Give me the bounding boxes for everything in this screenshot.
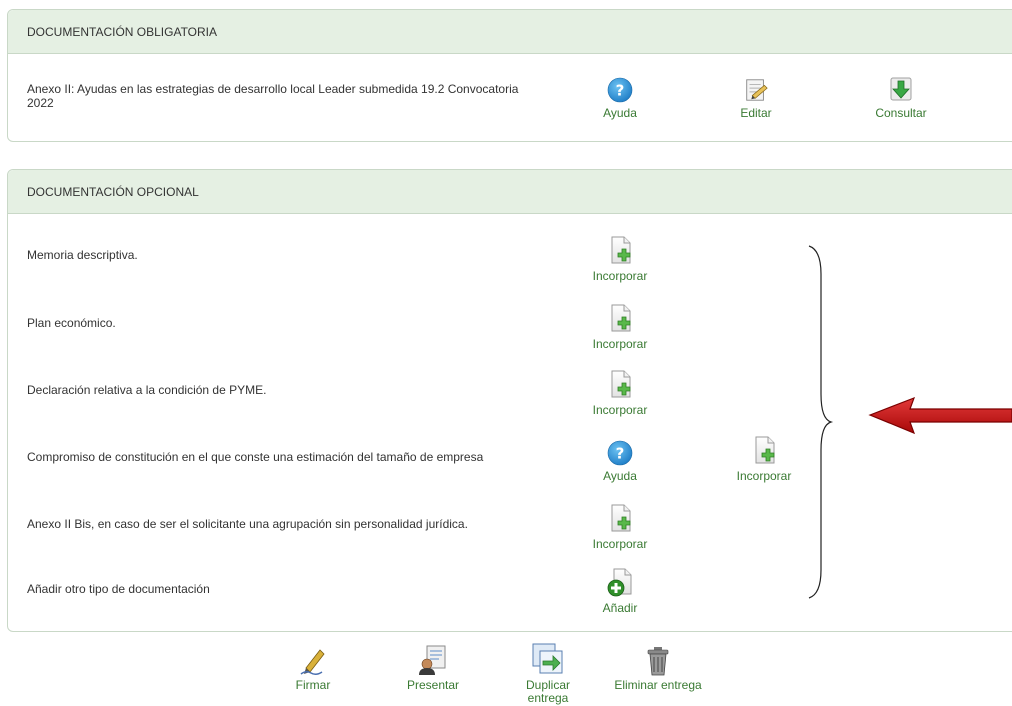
add-document-type-button[interactable]: Añadir <box>596 568 644 615</box>
document-plus-icon <box>607 370 633 400</box>
submit-button[interactable]: Presentar <box>400 644 466 692</box>
mandatory-docs-panel: DOCUMENTACIÓN OBLIGATORIA Anexo II: Ayud… <box>7 9 1012 142</box>
incorporate-label: Incorporar <box>592 269 648 283</box>
optional-doc-label: Declaración relativa a la condición de P… <box>27 383 267 397</box>
help-icon <box>607 77 633 103</box>
consult-button[interactable]: Consultar <box>867 77 935 120</box>
curly-brace-annotation <box>808 245 834 599</box>
incorporate-label: Incorporar <box>592 403 648 417</box>
optional-doc-label: Añadir otro tipo de documentación <box>27 582 210 596</box>
sign-button[interactable]: Firmar <box>283 646 343 692</box>
sign-label: Firmar <box>295 678 331 692</box>
submit-label: Presentar <box>406 678 460 692</box>
help-label: Ayuda <box>603 469 637 483</box>
document-plus-icon <box>607 304 633 334</box>
duplicate-docs-icon <box>531 642 565 676</box>
optional-doc-label: Anexo II Bis, en caso de ser el solicita… <box>27 517 468 531</box>
optional-docs-header: DOCUMENTACIÓN OPCIONAL <box>8 170 1012 214</box>
view-arrow-icon <box>888 77 914 103</box>
consult-label: Consultar <box>875 106 927 120</box>
document-plus-icon <box>607 504 633 534</box>
edit-icon <box>743 77 769 103</box>
optional-docs-panel: DOCUMENTACIÓN OPCIONAL Memoria descripti… <box>7 169 1012 632</box>
mandatory-doc-line2: 2022 <box>27 96 54 110</box>
red-arrow-annotation <box>868 396 1012 435</box>
incorporate-button[interactable]: Incorporar <box>592 370 648 417</box>
incorporate-button[interactable]: Incorporar <box>592 304 648 351</box>
person-document-icon <box>417 644 449 676</box>
mandatory-doc-label: Anexo II: Ayudas en las estrategias de d… <box>27 82 537 110</box>
duplicate-label-line1: Duplicar <box>525 678 570 692</box>
duplicate-delivery-button[interactable]: Duplicar entrega <box>516 642 580 705</box>
incorporate-label: Incorporar <box>592 537 648 551</box>
document-plus-icon <box>751 436 777 466</box>
optional-help-button[interactable]: Ayuda <box>602 440 638 483</box>
mandatory-help-button[interactable]: Ayuda <box>602 77 638 120</box>
help-icon <box>607 440 633 466</box>
pen-icon <box>298 646 328 676</box>
incorporate-label: Incorporar <box>592 337 648 351</box>
incorporate-label: Incorporar <box>736 469 792 483</box>
help-label: Ayuda <box>603 106 637 120</box>
delete-label: Eliminar entrega <box>614 678 702 692</box>
duplicate-label: Duplicar entrega <box>526 679 570 705</box>
optional-doc-label: Memoria descriptiva. <box>27 248 138 262</box>
mandatory-docs-title: DOCUMENTACIÓN OBLIGATORIA <box>27 24 218 39</box>
edit-label: Editar <box>740 106 772 120</box>
optional-docs-title: DOCUMENTACIÓN OPCIONAL <box>27 184 199 199</box>
mandatory-doc-line1: Anexo II: Ayudas en las estrategias de d… <box>27 82 519 96</box>
mandatory-docs-header: DOCUMENTACIÓN OBLIGATORIA <box>8 10 1012 54</box>
edit-button[interactable]: Editar <box>736 77 776 120</box>
trash-can-icon <box>645 646 671 676</box>
document-round-plus-icon <box>606 568 634 598</box>
add-label: Añadir <box>602 601 638 615</box>
delete-delivery-button[interactable]: Eliminar entrega <box>591 646 725 692</box>
duplicate-label-line2: entrega <box>527 691 569 705</box>
incorporate-button[interactable]: Incorporar <box>592 504 648 551</box>
incorporate-button[interactable]: Incorporar <box>592 236 648 283</box>
optional-doc-label: Plan económico. <box>27 316 116 330</box>
document-plus-icon <box>607 236 633 266</box>
optional-doc-label: Compromiso de constitución en el que con… <box>27 450 484 464</box>
incorporate-button[interactable]: Incorporar <box>736 436 792 483</box>
